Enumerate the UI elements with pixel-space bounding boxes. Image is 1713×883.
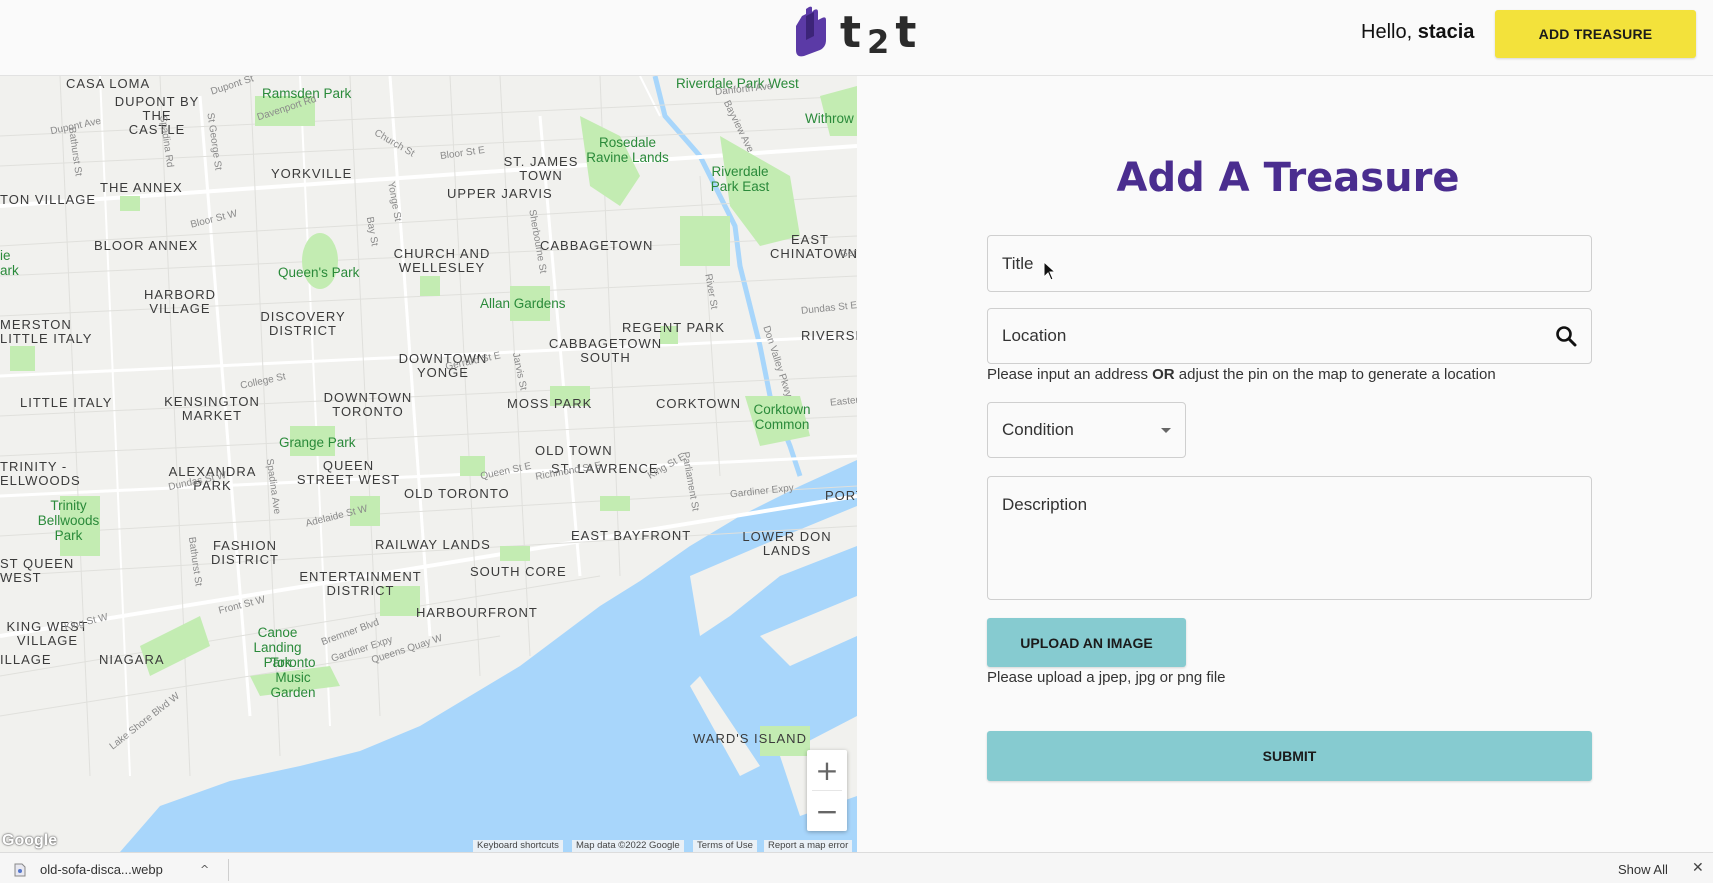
download-file-name: old-sofa-disca...webp [40, 862, 163, 877]
park-label: Grange Park [279, 435, 356, 450]
map-label: OLD TOWN [535, 443, 613, 458]
map-label: ILLAGE [0, 652, 52, 667]
submit-button[interactable]: SUBMIT [987, 731, 1592, 781]
park-label: Withrow [805, 111, 854, 126]
description-textarea[interactable]: Description [987, 476, 1592, 600]
map-label: OLD TORONTO [404, 486, 510, 501]
map-data-attribution: Map data ©2022 Google [572, 840, 684, 852]
upload-hint: Please upload a jpep, jpg or png file [987, 669, 1226, 686]
map-label: UPPER JARVIS [447, 186, 553, 201]
map-label: ST. JAMES TOWN [503, 154, 579, 183]
map-label: CASA LOMA [66, 76, 151, 91]
add-treasure-button[interactable]: ADD TREASURE [1495, 10, 1696, 58]
map-label: BLOOR ANNEX [94, 238, 199, 253]
location-hint-or: OR [1152, 366, 1175, 383]
download-divider [228, 859, 229, 881]
google-logo[interactable]: Google [2, 832, 57, 850]
map-label: RIVERSI [801, 328, 857, 343]
zoom-in-button[interactable]: + [807, 750, 847, 790]
hand-logo-icon [796, 6, 826, 57]
username: stacia [1417, 21, 1475, 43]
location-hint-part: Please input an address [987, 366, 1153, 383]
logo-letter-t2: t [895, 6, 923, 58]
map-label: PORT [825, 488, 857, 503]
map-label: HARBOURFRONT [416, 605, 538, 620]
map-label: DISCOVERY DISTRICT [260, 309, 346, 338]
logo-letter-2: 2 [867, 22, 896, 61]
map-label: RAILWAY LANDS [375, 537, 491, 552]
map-label: LITTLE ITALY [20, 395, 113, 410]
map-label: LOWER DON LANDS [742, 529, 832, 558]
map-label: CABBAGETOWN [540, 238, 654, 253]
map-label: LITTLE ITALY [0, 331, 93, 346]
chevron-up-icon[interactable]: ^ [200, 863, 209, 876]
map-label: MERSTON [0, 317, 72, 332]
top-header: t2t Hello, stacia ADD TREASURE [0, 0, 1713, 76]
map-label: CHURCH AND WELLESLEY [393, 246, 491, 275]
page-title: Add A Treasure [1116, 155, 1460, 201]
logo-letter-t1: t [840, 6, 868, 58]
report-map-error-link[interactable]: Report a map error [764, 840, 853, 852]
map-label: KENSINGTON MARKET [164, 394, 260, 423]
park-label: ie ark [0, 248, 19, 278]
map-view[interactable]: CASA LOMA DUPONT BY THE CASTLE YORKVILLE… [0, 76, 857, 852]
map-label: HARBORD VILLAGE [143, 287, 216, 316]
mouse-cursor-icon [1043, 261, 1057, 281]
upload-image-button[interactable]: UPLOAD AN IMAGE [987, 618, 1186, 667]
keyboard-shortcuts-link[interactable]: Keyboard shortcuts [473, 840, 563, 852]
file-icon [14, 863, 26, 876]
map-label: TON VILLAGE [0, 192, 97, 207]
location-hint: Please input an address OR adjust the pi… [987, 366, 1496, 383]
show-all-button[interactable]: Show All [1618, 862, 1668, 877]
zoom-out-button[interactable]: − [807, 791, 847, 831]
park-label: Allan Gardens [480, 296, 566, 311]
park-label: Corktown Common [753, 402, 811, 432]
location-hint-part: adjust the pin on the map to generate a … [1174, 366, 1496, 383]
search-icon[interactable] [1555, 325, 1577, 347]
terms-of-use-link[interactable]: Terms of Use [693, 840, 757, 852]
title-input[interactable]: Title [987, 235, 1592, 292]
map-label: WARD'S ISLAND [693, 731, 807, 746]
map-label: YORKVILLE [271, 166, 353, 181]
close-icon[interactable]: ✕ [1692, 860, 1704, 876]
user-greeting: Hello, stacia [1361, 21, 1474, 44]
t2t-logo[interactable]: t2t [790, 4, 923, 61]
street-label: Gerr [839, 246, 857, 261]
map-label: ENTERTAINMENT DISTRICT [299, 569, 422, 598]
greeting-prefix: Hello, [1361, 21, 1418, 43]
location-placeholder: Location [1002, 326, 1067, 345]
map-zoom-controls: + − [807, 750, 847, 831]
description-placeholder: Description [1002, 495, 1088, 514]
park-label: Trinity Bellwoods Park [37, 498, 100, 543]
map-label: NIAGARA [99, 652, 165, 667]
park-label: Rosedale Ravine Lands [586, 135, 669, 165]
park-label: Toronto Music Garden [270, 655, 316, 700]
map-label: DOWNTOWN TORONTO [323, 390, 413, 419]
park-label: Riverdale Park East [710, 164, 770, 194]
map-label: THE ANNEX [100, 180, 183, 195]
chevron-down-icon [1161, 427, 1171, 433]
download-item[interactable]: old-sofa-disca...webp [14, 862, 163, 877]
map-label: EAST BAYFRONT [571, 528, 692, 543]
map-label: SOUTH CORE [470, 564, 567, 579]
map-label: ST QUEEN WEST [0, 556, 75, 585]
map-label: QUEEN STREET WEST [296, 458, 401, 487]
park-label: Queen's Park [278, 265, 360, 280]
map-label: CABBAGETOWN SOUTH [548, 336, 663, 365]
map-label: CORKTOWN [656, 396, 742, 411]
title-placeholder: Title [1002, 253, 1034, 273]
location-input[interactable]: Location [987, 308, 1592, 364]
map-label: EAST CHINATOWN [770, 232, 857, 261]
map-label: REGENT PARK [622, 320, 725, 335]
condition-label: Condition [1002, 420, 1074, 439]
map-label: TRINITY - ELLWOODS [0, 459, 81, 488]
download-bar: old-sofa-disca...webp ^ Show All ✕ [0, 852, 1713, 883]
condition-select[interactable]: Condition [987, 402, 1186, 458]
map-label: FASHION DISTRICT [211, 538, 279, 567]
map-label: MOSS PARK [507, 396, 593, 411]
